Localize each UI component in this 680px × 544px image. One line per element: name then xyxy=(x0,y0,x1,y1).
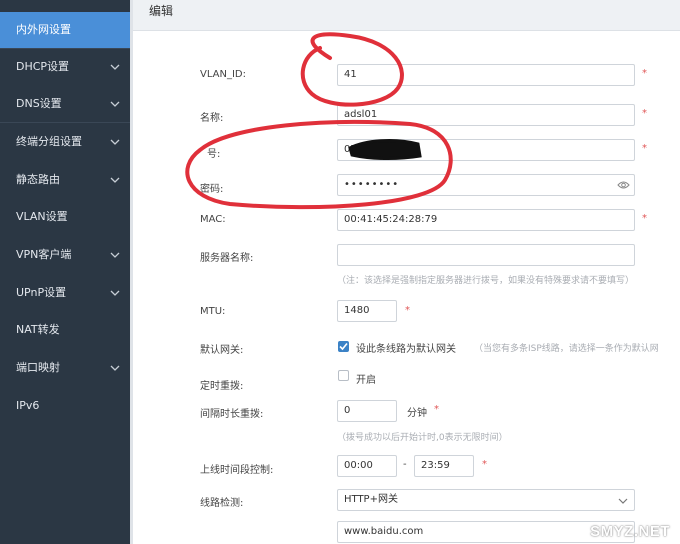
required-mark: * xyxy=(642,213,647,224)
sidebar-item-lan-wan[interactable]: 内外网设置 xyxy=(0,12,130,48)
sidebar-item-static-route[interactable]: 静态路由 xyxy=(0,162,130,198)
chevron-down-icon xyxy=(110,101,120,107)
online-time-end-input[interactable]: 23:59 xyxy=(414,455,474,477)
sidebar-item-label: 端口映射 xyxy=(16,361,60,374)
chevron-down-icon xyxy=(110,365,120,371)
scheduled-redial-checkbox-label: 开启 xyxy=(356,375,376,386)
required-mark: * xyxy=(405,305,410,316)
server-name-label: 服务器名称: xyxy=(200,253,254,264)
interval-unit: 分钟 xyxy=(407,408,427,419)
sidebar-item-vlan[interactable]: VLAN设置 xyxy=(0,199,130,235)
sidebar-item-ipv6[interactable]: IPv6 xyxy=(0,388,130,424)
sidebar-item-vpn-client[interactable]: VPN客户端 xyxy=(0,237,130,273)
required-mark: * xyxy=(482,459,487,470)
line-detection-label: 线路检测: xyxy=(200,498,244,509)
chevron-down-icon xyxy=(110,177,120,183)
mtu-input[interactable]: 1480 xyxy=(337,300,397,322)
sidebar-item-terminal-group[interactable]: 终端分组设置 xyxy=(0,124,130,160)
sidebar: 内外网设置 DHCP设置 DNS设置 终端分组设置 静态路由 VLAN设置 VP… xyxy=(0,0,130,544)
server-name-hint: （注：该选择是强制指定服务器进行拨号，如果没有特殊要求请不要填写） xyxy=(337,276,635,286)
sidebar-item-nat[interactable]: NAT转发 xyxy=(0,312,130,348)
name-label: 名称: xyxy=(200,113,224,124)
default-gateway-label: 默认网关: xyxy=(200,345,244,356)
sidebar-item-label: VPN客户端 xyxy=(16,248,72,261)
sidebar-item-port-mapping[interactable]: 端口映射 xyxy=(0,350,130,386)
required-mark: * xyxy=(642,108,647,119)
sidebar-edge xyxy=(130,0,133,544)
mac-label: MAC: xyxy=(200,214,226,225)
check-icon xyxy=(339,342,348,351)
interval-redial-hint: （拨号成功以后开始计时,0表示无限时间） xyxy=(337,433,508,443)
chevron-down-icon xyxy=(110,252,120,258)
default-gateway-checkbox[interactable] xyxy=(338,341,349,352)
sidebar-item-label: UPnP设置 xyxy=(16,286,67,299)
online-time-start-input[interactable]: 00:00 xyxy=(337,455,397,477)
server-name-input[interactable] xyxy=(337,244,635,266)
chevron-down-icon xyxy=(110,64,120,70)
scheduled-redial-label: 定时重拨: xyxy=(200,381,244,392)
interval-redial-label: 间隔时长重拨: xyxy=(200,409,264,420)
watermark-logo: SMYZ.NET xyxy=(590,523,670,540)
eye-icon[interactable] xyxy=(617,180,630,190)
sidebar-item-upnp[interactable]: UPnP设置 xyxy=(0,275,130,311)
default-gateway-hint: （当您有多条ISP线路，请选择一条作为默认网 xyxy=(474,344,659,354)
sidebar-item-dns[interactable]: DNS设置 xyxy=(0,86,130,122)
time-separator: - xyxy=(403,459,407,470)
sidebar-item-label: IPv6 xyxy=(16,399,40,412)
vlan-id-input[interactable]: 41 xyxy=(337,64,635,86)
required-mark: * xyxy=(434,404,439,415)
sidebar-divider xyxy=(0,122,130,123)
sidebar-item-dhcp[interactable]: DHCP设置 xyxy=(0,49,130,85)
mtu-label: MTU: xyxy=(200,306,226,317)
sidebar-item-label: 内外网设置 xyxy=(16,23,71,36)
sidebar-item-label: 静态路由 xyxy=(16,173,60,186)
interval-redial-input[interactable]: 0 xyxy=(337,400,397,422)
sidebar-item-label: NAT转发 xyxy=(16,323,60,336)
account-label: 号: xyxy=(207,149,221,160)
scheduled-redial-checkbox[interactable] xyxy=(338,370,349,381)
chevron-down-icon xyxy=(110,139,120,145)
name-input[interactable]: adsl01 xyxy=(337,104,635,126)
chevron-down-icon xyxy=(618,498,628,504)
chevron-down-icon xyxy=(110,290,120,296)
vlan-id-label: VLAN_ID: xyxy=(200,69,246,80)
line-detection-selected: HTTP+网关 xyxy=(344,494,398,505)
online-time-label: 上线时间段控制: xyxy=(200,465,274,476)
password-input[interactable]: •••••••• xyxy=(337,174,635,196)
line-detection-select[interactable]: HTTP+网关 xyxy=(337,489,635,511)
mac-input[interactable]: 00:41:45:24:28:79 xyxy=(337,209,635,231)
required-mark: * xyxy=(642,68,647,79)
sidebar-item-label: DHCP设置 xyxy=(16,60,70,73)
header-bar xyxy=(133,0,680,31)
password-label: 密码: xyxy=(200,184,224,195)
default-gateway-checkbox-label: 设此条线路为默认网关 xyxy=(356,344,456,355)
sidebar-item-label: 终端分组设置 xyxy=(16,135,82,148)
page-title: 编辑 xyxy=(149,4,174,18)
account-input[interactable]: 07 xyxy=(337,139,635,161)
required-mark: * xyxy=(642,143,647,154)
sidebar-item-label: DNS设置 xyxy=(16,97,62,110)
sidebar-item-label: VLAN设置 xyxy=(16,210,68,223)
